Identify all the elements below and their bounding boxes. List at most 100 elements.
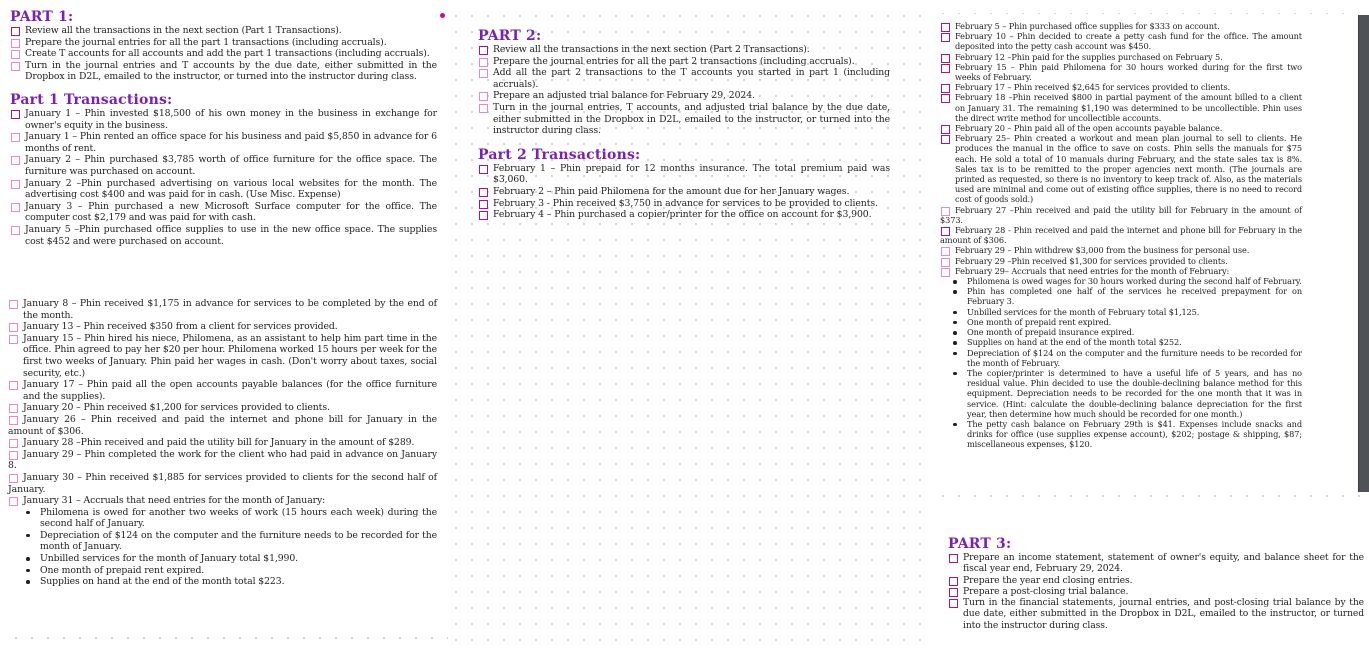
checkbox[interactable]: [941, 206, 950, 216]
part3-task: Prepare an income statement, statement o…: [948, 552, 1364, 575]
checkbox[interactable]: [9, 473, 18, 483]
accrual-bullet: Philomena is owed for another two weeks …: [26, 506, 437, 530]
part3-task: Turn in the financial statements, journa…: [948, 597, 1364, 631]
scrollbar-thumb[interactable]: [1358, 15, 1369, 492]
part2-accruals-list: Philomena is owed wages for 30 hours wor…: [940, 276, 1302, 449]
part1-task: Turn in the journal entries and T accoun…: [10, 60, 437, 83]
transaction-item: January 26 – Phin received and paid the …: [8, 413, 437, 437]
transaction-item: January 5 –Phin purchased office supplie…: [10, 224, 437, 247]
transaction-item: February 5 – Phin purchased office suppl…: [940, 21, 1302, 32]
part2-transactions-heading: Part 2 Transactions:: [478, 146, 641, 163]
transaction-item: February 18 –Phin received $800 in parti…: [940, 92, 1302, 123]
checkbox[interactable]: [9, 404, 18, 414]
transaction-item: February 12 –Phin paid for the supplies …: [940, 52, 1302, 63]
part2-heading: PART 2:: [478, 28, 542, 44]
checkbox[interactable]: [9, 323, 18, 333]
accrual-bullet: Phin has completed one half of the servi…: [953, 286, 1302, 307]
dot-grid-bottom-left: [8, 630, 448, 644]
part1-transactions-list-c: January 26 – Phin received and paid the …: [8, 414, 437, 507]
transaction-item: February 29 –Phin received $1,300 for se…: [940, 256, 1302, 267]
checkbox[interactable]: [9, 497, 18, 507]
part1-column-lower: January 8 – Phin received $1,175 in adva…: [8, 298, 437, 588]
checkbox[interactable]: [9, 334, 18, 344]
checkbox[interactable]: [949, 599, 958, 609]
checkbox[interactable]: [941, 135, 950, 145]
checkbox[interactable]: [479, 164, 488, 174]
accrual-bullet: Supplies on hand at the end of the month…: [26, 576, 437, 588]
transaction-item: January 17 – Phin paid all the open acco…: [8, 379, 437, 402]
part1-transactions-list-b: January 8 – Phin received $1,175 in adva…: [8, 298, 437, 414]
part1-task: Prepare the journal entries for all the …: [10, 37, 437, 49]
part2-task-list: Review all the transactions in the next …: [478, 44, 890, 137]
checkbox[interactable]: [11, 61, 20, 71]
accruals-item: January 31 – Accruals that need entries …: [8, 495, 437, 507]
checkbox[interactable]: [941, 63, 950, 73]
checkbox[interactable]: [11, 225, 20, 235]
checkbox[interactable]: [11, 50, 20, 60]
checkbox[interactable]: [479, 199, 488, 209]
transaction-item: February 3 - Phin received $3,750 in adv…: [478, 198, 890, 210]
transaction-item: January 8 – Phin received $1,175 in adva…: [8, 298, 437, 321]
checkbox[interactable]: [949, 554, 958, 563]
part2-column-continued: February 5 – Phin purchased office suppl…: [940, 21, 1302, 450]
checkbox[interactable]: [479, 46, 488, 55]
checkbox[interactable]: [9, 415, 18, 425]
accrual-bullet: One month of prepaid rent expired.: [953, 317, 1302, 327]
checkbox[interactable]: [9, 439, 18, 449]
checkbox[interactable]: [11, 133, 20, 143]
checkbox[interactable]: [479, 69, 488, 79]
checkbox[interactable]: [11, 156, 20, 166]
checkbox[interactable]: [479, 187, 488, 197]
checkbox[interactable]: [949, 587, 958, 597]
part1-transactions-list-a: January 1 – Phin invested $18,500 of his…: [10, 108, 437, 247]
transaction-item: February 4 – Phin purchased a copier/pri…: [478, 209, 890, 221]
transaction-item: January 30 – Phin received $1,885 for se…: [8, 471, 437, 495]
part2-task: Prepare the journal entries for all the …: [478, 56, 890, 68]
transaction-item: January 2 –Phin purchased advertising on…: [10, 178, 437, 201]
transaction-item: February 25– Phin created a workout and …: [940, 133, 1302, 204]
transaction-item: January 13 – Phin received $350 from a c…: [8, 321, 437, 333]
checkbox[interactable]: [11, 179, 20, 189]
checkbox[interactable]: [9, 300, 18, 309]
transaction-item: January 28 –Phin received and paid the u…: [8, 437, 437, 449]
checkbox[interactable]: [941, 33, 950, 43]
transaction-item: January 1 – Phin invested $18,500 of his…: [10, 108, 437, 131]
part1-task-list: Review all the transactions in the next …: [10, 25, 437, 83]
part1-accruals-list: Philomena is owed for another two weeks …: [8, 507, 437, 588]
checkbox[interactable]: [11, 27, 20, 36]
transaction-item: February 10 – Phin decided to create a p…: [940, 31, 1302, 51]
part2-transactions-list-c: February 27 –Phin received and paid the …: [940, 205, 1302, 246]
transaction-item: February 29 – Phin withdrew $3,000 from …: [940, 245, 1302, 257]
dot-grid-top-right: [935, 6, 1355, 14]
checkbox[interactable]: [479, 103, 488, 113]
part1-task: Create T accounts for all accounts and a…: [10, 48, 437, 60]
part2-task: Add all the part 2 transactions to the T…: [478, 67, 890, 90]
part1-heading: PART 1:: [10, 9, 74, 25]
checkbox[interactable]: [941, 267, 950, 277]
page-marker-dot: [440, 13, 445, 18]
transaction-item: February 28 - Phin received and paid the…: [940, 225, 1302, 246]
checkbox[interactable]: [479, 57, 488, 67]
part2-transactions-list-b: February 5 – Phin purchased office suppl…: [940, 21, 1302, 205]
checkbox[interactable]: [941, 94, 950, 104]
part3-task-list: Prepare an income statement, statement o…: [948, 552, 1364, 631]
part1-transactions-heading: Part 1 Transactions:: [10, 91, 173, 108]
accrual-bullet: Depreciation of $124 on the computer and…: [953, 347, 1302, 368]
transaction-item: February 1 – Phin prepaid for 12 months …: [478, 163, 890, 186]
checkbox[interactable]: [9, 450, 18, 460]
checkbox[interactable]: [479, 92, 488, 102]
accruals-item: February 29– Accruals that need entries …: [940, 266, 1302, 277]
checkbox[interactable]: [949, 576, 958, 586]
checkbox[interactable]: [11, 38, 20, 48]
dot-grid-right: [935, 488, 1365, 508]
accrual-bullet: Supplies on hand at the end of the month…: [953, 337, 1302, 347]
transaction-item: January 2 – Phin purchased $3,785 worth …: [10, 154, 437, 177]
checkbox[interactable]: [479, 211, 488, 221]
part2-task: Turn in the journal entries, T accounts,…: [478, 102, 890, 137]
transaction-item: January 20 – Phin received $1,200 for se…: [8, 402, 437, 414]
accrual-bullet: One month of prepaid rent expired.: [26, 565, 437, 577]
checkbox[interactable]: [941, 227, 950, 237]
checkbox[interactable]: [9, 381, 18, 391]
checkbox[interactable]: [11, 202, 20, 212]
checkbox[interactable]: [11, 109, 20, 119]
